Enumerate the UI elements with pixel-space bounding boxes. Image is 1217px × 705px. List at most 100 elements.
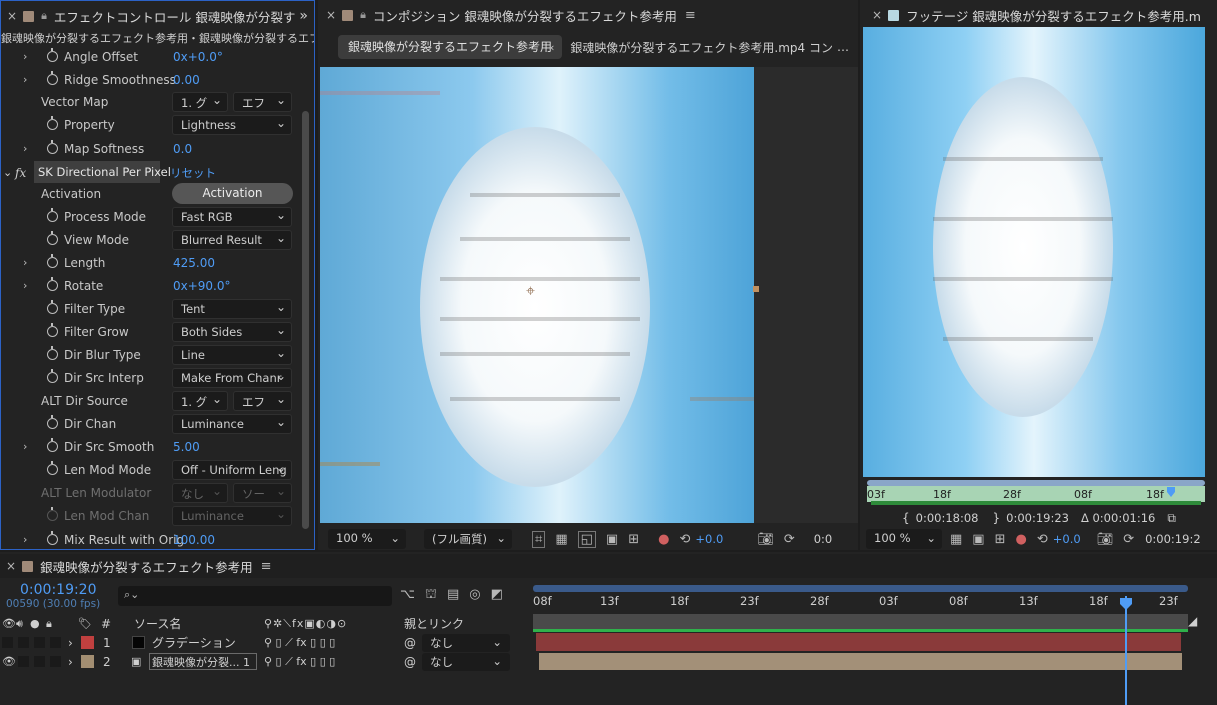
footage-timecode[interactable]: 0:00:19:2 [1145, 532, 1201, 546]
solo-icon[interactable]: ● [30, 617, 40, 630]
expand-panels-icon[interactable]: » [299, 8, 308, 24]
stopwatch-icon[interactable] [47, 461, 58, 475]
more-icon[interactable]: … [837, 40, 849, 54]
stopwatch-icon[interactable] [47, 323, 58, 337]
out-point-time[interactable]: 0:00:19:23 [1006, 511, 1069, 525]
footage-mini-timeline[interactable]: 03f 18f 28f 08f 18f [867, 480, 1205, 506]
close-icon[interactable]: × [6, 559, 16, 573]
close-icon[interactable]: × [326, 8, 336, 22]
tab-comp-active[interactable]: 銀魂映像が分裂するエフェクト参考用 [338, 35, 563, 59]
param-dropdown[interactable]: Make From Chanr ⌄ [172, 367, 292, 388]
parent-dropdown[interactable]: なし ⌄ [422, 652, 510, 671]
motion-blur-icon[interactable]: ◎ [469, 587, 480, 604]
close-icon[interactable]: × [7, 9, 17, 23]
playhead-line[interactable] [1125, 596, 1127, 705]
resolution-dropdown[interactable]: (フル画質) ⌄ [424, 529, 512, 549]
param-value[interactable]: 5.00 [173, 440, 200, 454]
twirl-arrow-icon[interactable]: › [23, 440, 27, 453]
stopwatch-icon[interactable] [47, 346, 58, 360]
lock-icon[interactable]: 🔒︎ [360, 8, 366, 22]
snapshot-icon[interactable]: ⟳ [784, 532, 795, 547]
region-of-interest-icon[interactable]: ▣ [606, 532, 618, 547]
zoom-dropdown[interactable]: 100 % ⌄ [328, 529, 406, 549]
column-parent[interactable]: 親とリンク [404, 615, 464, 632]
label-color[interactable] [81, 636, 94, 649]
region-of-interest-icon[interactable]: ▣ [972, 532, 984, 547]
param-dropdown[interactable]: Luminance ⌄ [172, 413, 292, 434]
eye-icon[interactable]: 👁︎ [2, 655, 16, 668]
param-value[interactable]: 100.00 [173, 533, 215, 547]
graph-editor-icon[interactable]: ◩ [491, 587, 503, 604]
mask-path-icon[interactable]: ◱ [577, 530, 596, 548]
stopwatch-icon[interactable] [47, 254, 58, 268]
scrollbar[interactable] [302, 111, 309, 529]
source-dropdown[interactable]: エフ ⌄ [233, 91, 292, 112]
stopwatch-icon[interactable] [47, 438, 58, 452]
pickwhip-icon[interactable]: @ [404, 655, 416, 669]
exposure-reset-icon[interactable]: ⟲ [679, 532, 690, 547]
layer-row-2[interactable]: 👁︎ › 2 ▣ 銀魂映像が分裂... 1 ⚲ ▯ ⟋ fx ▯ ▯ ▯ @ な… [0, 652, 530, 671]
exposure-reset-icon[interactable]: ⟲ [1037, 532, 1048, 547]
fast-preview-icon[interactable]: ⌗ [532, 530, 546, 548]
layer-bar-1[interactable] [536, 633, 1181, 651]
timeline-tab[interactable]: × 銀魂映像が分裂するエフェクト参考用 ≡ [0, 554, 1217, 578]
in-point-icon[interactable]: { [902, 511, 910, 525]
label-color[interactable] [81, 655, 94, 668]
twirl-arrow-icon[interactable]: › [68, 636, 73, 650]
twirl-arrow-icon[interactable]: › [23, 256, 27, 269]
param-value[interactable]: 0x+0.0° [173, 50, 223, 64]
stopwatch-icon[interactable] [47, 231, 58, 245]
composition-viewer[interactable]: ⌖ [320, 67, 755, 523]
param-value[interactable]: 0.0 [173, 142, 192, 156]
composition-tab[interactable]: × 🔒︎ コンポジション 銀魂映像が分裂するエフェクト参考用 ≡ [318, 0, 858, 30]
camera-icon[interactable]: 📷︎ [757, 532, 774, 547]
param-dropdown[interactable]: Fast RGB ⌄ [172, 206, 292, 227]
layer-dropdown[interactable]: 1. グ ⌄ [172, 91, 228, 112]
twirl-arrow-icon[interactable]: › [23, 279, 27, 292]
twirl-arrow-icon[interactable]: › [23, 533, 27, 546]
panel-menu-icon[interactable]: ≡ [261, 559, 272, 574]
effect-controls-tab[interactable]: × 🔒︎ エフェクトコントロール 銀魂映像が分裂す » [1, 1, 314, 31]
source-dropdown[interactable]: エフ ⌄ [233, 390, 292, 411]
guides-icon[interactable]: ⊞ [628, 532, 639, 547]
zoom-dropdown[interactable]: 100 % ⌄ [866, 529, 942, 549]
out-point-icon[interactable]: } [992, 511, 1000, 525]
layer-switches[interactable]: ⚲ ▯ ⟋ fx ▯ ▯ ▯ [264, 655, 335, 669]
audio-icon[interactable]: 🔊︎ [16, 617, 23, 631]
transparency-grid-icon[interactable]: ▦ [555, 532, 567, 547]
comp-flowchart-icon[interactable]: ⌥ [400, 587, 415, 604]
stopwatch-icon[interactable] [47, 116, 58, 130]
stopwatch-icon[interactable] [47, 300, 58, 314]
navigator-icon[interactable]: ◢ [1188, 614, 1197, 628]
stopwatch-icon[interactable] [47, 415, 58, 429]
twirl-open-icon[interactable]: ⌄ [3, 166, 12, 179]
layer-dropdown[interactable]: 1. グ ⌄ [172, 390, 228, 411]
activation-button[interactable]: Activation [172, 183, 293, 204]
lock-icon[interactable]: 🔒︎ [41, 9, 47, 23]
column-source-name[interactable]: ソース名 [134, 615, 181, 632]
layer-bar-2[interactable] [539, 653, 1182, 670]
param-dropdown[interactable]: Line ⌄ [172, 344, 292, 365]
chevron-left-icon[interactable]: ‹ [550, 41, 554, 54]
twirl-arrow-icon[interactable]: › [23, 73, 27, 86]
stopwatch-icon[interactable] [47, 140, 58, 154]
exposure-value[interactable]: +0.0 [695, 532, 723, 546]
layer-switches[interactable]: ⚲ ▯ ⟋ fx ▯ ▯ ▯ [264, 636, 335, 650]
layer-handle[interactable] [753, 286, 759, 292]
stopwatch-icon[interactable] [47, 71, 58, 85]
stopwatch-icon[interactable] [47, 369, 58, 383]
exposure-value[interactable]: +0.0 [1053, 532, 1081, 546]
label-icon[interactable]: 🏷︎ [78, 617, 92, 630]
twirl-arrow-icon[interactable]: › [68, 655, 73, 669]
effect-header[interactable]: ⌄ fx SK Directional Per Pixel リセット [1, 161, 299, 184]
anchor-point-icon[interactable]: ⌖ [526, 281, 535, 301]
reset-link[interactable]: リセット [170, 165, 216, 181]
stopwatch-icon[interactable] [47, 208, 58, 222]
footage-tab[interactable]: × フッテージ 銀魂映像が分裂するエフェクト参考用.m [860, 0, 1217, 30]
layer-name[interactable]: 銀魂映像が分裂... 1 [149, 653, 257, 670]
draft-3d-icon[interactable]: ⛫ [425, 587, 437, 604]
effect-name[interactable]: SK Directional Per Pixel [34, 161, 171, 183]
parent-dropdown[interactable]: なし ⌄ [422, 633, 510, 652]
param-value[interactable]: 425.00 [173, 256, 215, 270]
footage-viewer[interactable] [863, 27, 1205, 477]
